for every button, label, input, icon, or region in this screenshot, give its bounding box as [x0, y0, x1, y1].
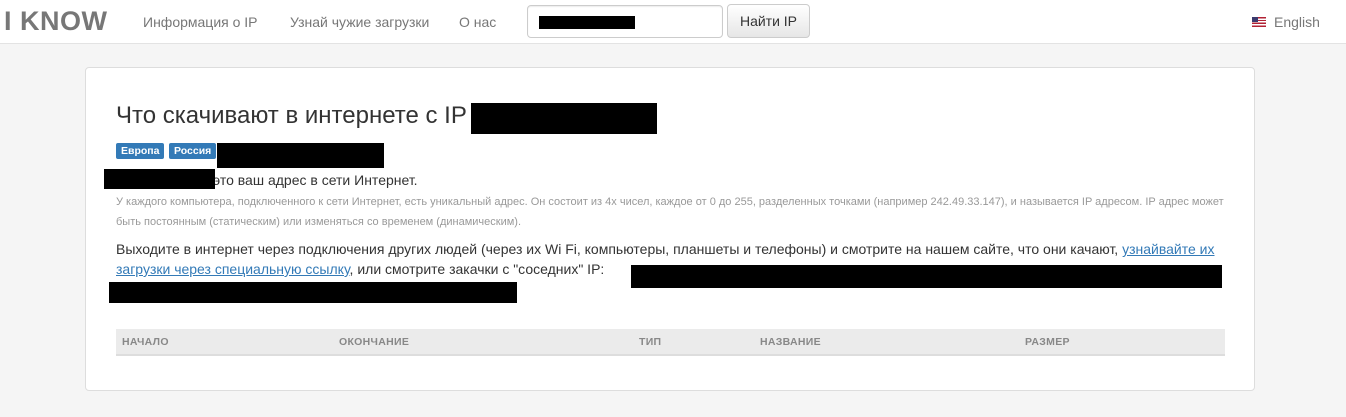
column-name[interactable]: НАЗВАНИЕ	[760, 336, 821, 348]
brand-logo[interactable]: I KNOW	[4, 6, 108, 37]
nav-link-others-downloads[interactable]: Узнай чужие загрузки	[290, 14, 429, 30]
column-end[interactable]: ОКОНЧАНИЕ	[339, 336, 409, 348]
downloads-table-header: НАЧАЛО ОКОНЧАНИЕ ТИП НАЗВАНИЕ РАЗМЕР	[116, 329, 1225, 356]
redacted-ip-address	[104, 169, 215, 189]
redacted-ip-title	[471, 103, 657, 134]
content-panel: Что скачивают в интернете с IP Европа Ро…	[85, 67, 1255, 391]
language-switcher[interactable]: English	[1252, 14, 1320, 30]
proxy-text-before: Выходите в интернет через подключения др…	[116, 241, 1123, 257]
redacted-location	[217, 143, 384, 168]
redacted-search-value	[539, 16, 635, 29]
country-badge: Россия	[169, 143, 217, 159]
page-title: Что скачивают в интернете с IP	[116, 102, 467, 129]
find-ip-button[interactable]: Найти IP	[727, 4, 810, 38]
nav-link-about[interactable]: О нас	[459, 14, 496, 30]
redacted-neighbor-ips	[631, 265, 1222, 288]
column-size[interactable]: РАЗМЕР	[1025, 336, 1070, 348]
redacted-neighbor-ips-cont	[109, 282, 517, 303]
us-flag-icon	[1252, 17, 1266, 27]
nav-link-ip-info[interactable]: Информация о IP	[143, 14, 258, 30]
column-type[interactable]: ТИП	[639, 336, 661, 348]
proxy-text-after: , или смотрите закачки с "соседних" IP:	[349, 261, 605, 277]
language-label: English	[1274, 14, 1320, 30]
ip-search-input[interactable]	[527, 5, 723, 38]
top-navbar: I KNOW Информация о IP Узнай чужие загру…	[0, 0, 1346, 44]
region-badge: Европа	[116, 143, 165, 159]
column-start[interactable]: НАЧАЛО	[122, 336, 169, 348]
ip-explanation: У каждого компьютера, подключенного к се…	[116, 196, 1224, 228]
ip-line-text: это ваш адрес в сети Интернет.	[213, 172, 418, 188]
